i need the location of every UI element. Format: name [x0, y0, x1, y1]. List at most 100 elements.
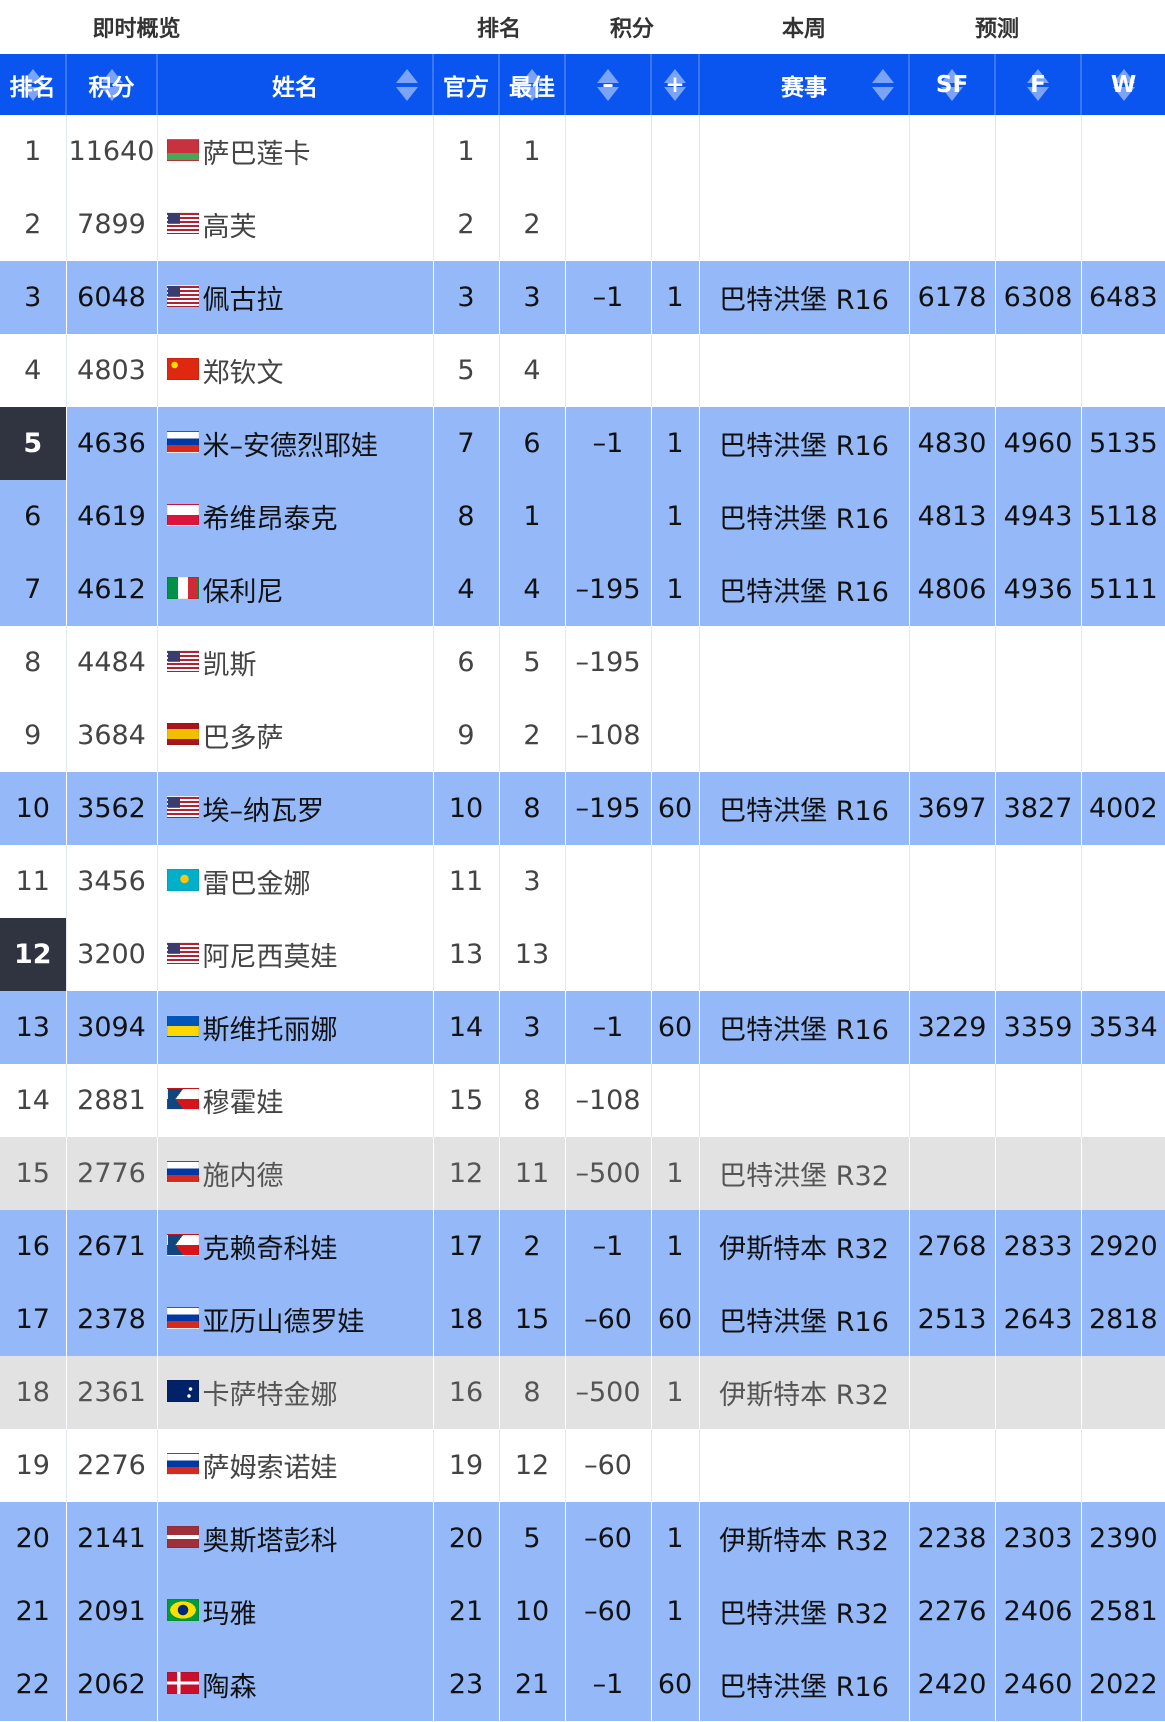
table-row-15[interactable]: 15 2776 施内德 12 11 –500 1 巴特洪堡 R32: [0, 1137, 1165, 1210]
col-header-official-label: 官方: [443, 74, 489, 101]
cell-points: 11640: [66, 115, 158, 188]
cell-points-plus: [651, 845, 700, 918]
russia-flag-icon: [166, 430, 199, 453]
cell-forecast-sf: 2768: [909, 1210, 996, 1283]
cell-forecast-sf: 2238: [909, 1502, 996, 1575]
cell-event: 巴特洪堡 R16: [699, 1648, 910, 1721]
cell-official-rank: 8: [433, 480, 500, 553]
table-row-2[interactable]: 2 7899 高芙 2 2: [0, 188, 1165, 261]
table-row-14[interactable]: 14 2881 穆霍娃 15 8 –108: [0, 1064, 1165, 1137]
cell-points: 2062: [66, 1648, 158, 1721]
cell-points-plus: 60: [651, 1648, 700, 1721]
cell-player: 卡萨特金娜: [157, 1356, 434, 1429]
belarus-flag-icon: [166, 138, 199, 161]
table-row-13[interactable]: 13 3094 斯维托丽娜 14 3 –1 60 巴特洪堡 R16 3229 3…: [0, 991, 1165, 1064]
cell-forecast-sf: 2420: [909, 1648, 996, 1721]
col-header-rank[interactable]: 排名: [0, 54, 67, 115]
cell-event: [699, 115, 910, 188]
usa-flag-icon: [166, 211, 199, 234]
table-row-7[interactable]: 7 4612 保利尼 4 4 –195 1 巴特洪堡 R16 4806 4936…: [0, 553, 1165, 626]
cell-forecast-w: [1081, 115, 1165, 188]
cell-forecast-sf: [909, 1356, 996, 1429]
cell-player: 保利尼: [157, 553, 434, 626]
sort-arrows-icon: [396, 68, 418, 101]
cell-rank: 1: [0, 115, 67, 188]
col-header-minus[interactable]: –: [565, 54, 653, 115]
cell-points-minus: [565, 480, 652, 553]
table-row-20[interactable]: 20 2141 奥斯塔彭科 20 5 –60 1 伊斯特本 R32 2238 2…: [0, 1502, 1165, 1575]
col-header-f[interactable]: F: [995, 54, 1083, 115]
table-row-22[interactable]: 22 2062 陶森 23 21 –1 60 巴特洪堡 R16 2420 246…: [0, 1648, 1165, 1721]
table-row-19[interactable]: 19 2276 萨姆索诺娃 19 12 –60: [0, 1429, 1165, 1502]
cell-points-plus: 1: [651, 553, 700, 626]
cell-forecast-sf: [909, 188, 996, 261]
col-header-event-label: 赛事: [781, 74, 828, 101]
table-row-21[interactable]: 21 2091 玛雅 21 10 –60 1 巴特洪堡 R32 2276 240…: [0, 1575, 1165, 1648]
cell-best-rank: 1: [499, 480, 566, 553]
cell-official-rank: 5: [433, 334, 500, 407]
col-header-sf[interactable]: SF: [909, 54, 997, 115]
table-row-1[interactable]: 1 11640 萨巴莲卡 1 1: [0, 115, 1165, 188]
cell-event: 巴特洪堡 R16: [699, 1283, 910, 1356]
col-header-points[interactable]: 积分: [66, 54, 158, 115]
table-row-8[interactable]: 8 4484 凯斯 6 5 –195: [0, 626, 1165, 699]
table-row-9[interactable]: 9 3684 巴多萨 9 2 –108: [0, 699, 1165, 772]
player-name: 雷巴金娜: [202, 869, 311, 900]
cell-player: 萨姆索诺娃: [157, 1429, 434, 1502]
cell-points-plus: [651, 918, 700, 991]
cell-player: 施内德: [157, 1137, 434, 1210]
cell-rank: 5: [0, 407, 67, 480]
player-name: 卡萨特金娜: [202, 1380, 338, 1411]
table-row-16[interactable]: 16 2671 克赖奇科娃 17 2 –1 1 伊斯特本 R32 2768 28…: [0, 1210, 1165, 1283]
cell-forecast-w: 5111: [1081, 553, 1165, 626]
cell-official-rank: 21: [433, 1575, 500, 1648]
cell-rank: 7: [0, 553, 67, 626]
cell-player: 凯斯: [157, 626, 434, 699]
cell-rank: 9: [0, 699, 67, 772]
cell-forecast-w: [1081, 188, 1165, 261]
cell-event: 伊斯特本 R32: [699, 1356, 910, 1429]
cell-points: 2776: [66, 1137, 158, 1210]
table-row-5[interactable]: 5 4636 米–安德烈耶娃 7 6 –1 1 巴特洪堡 R16 4830 49…: [0, 407, 1165, 480]
col-header-official[interactable]: 官方: [433, 54, 500, 115]
group-ranking: 排名: [433, 0, 566, 54]
cell-best-rank: 5: [499, 626, 566, 699]
cell-event: 巴特洪堡 R16: [699, 772, 910, 845]
table-row-17[interactable]: 17 2378 亚历山德罗娃 18 15 –60 60 巴特洪堡 R16 251…: [0, 1283, 1165, 1356]
table-row-12[interactable]: 12 3200 阿尼西莫娃 13 13: [0, 918, 1165, 991]
cell-rank: 15: [0, 1137, 67, 1210]
cell-best-rank: 13: [499, 918, 566, 991]
table-row-18[interactable]: 18 2361 卡萨特金娜 16 8 –500 1 伊斯特本 R32: [0, 1356, 1165, 1429]
cell-event: [699, 845, 910, 918]
column-header-row: 排名 积分 姓名 官方 最佳 – + 赛事 SF F W: [0, 54, 1165, 115]
table-row-6[interactable]: 6 4619 希维昂泰克 8 1 1 巴特洪堡 R16 4813 4943 51…: [0, 480, 1165, 553]
col-header-name[interactable]: 姓名: [157, 54, 434, 115]
cell-player: 阿尼西莫娃: [157, 918, 434, 991]
table-row-4[interactable]: 4 4803 郑钦文 5 4: [0, 334, 1165, 407]
cell-official-rank: 2: [433, 188, 500, 261]
cell-forecast-w: 4002: [1081, 772, 1165, 845]
cell-points-minus: –60: [565, 1502, 652, 1575]
cell-player: 萨巴莲卡: [157, 115, 434, 188]
cell-best-rank: 3: [499, 991, 566, 1064]
cell-forecast-f: 2643: [995, 1283, 1082, 1356]
player-name: 萨姆索诺娃: [202, 1453, 338, 1484]
cell-points: 2881: [66, 1064, 158, 1137]
cell-best-rank: 2: [499, 188, 566, 261]
cell-forecast-w: [1081, 918, 1165, 991]
cell-forecast-sf: [909, 699, 996, 772]
col-header-w[interactable]: W: [1081, 54, 1165, 115]
table-row-11[interactable]: 11 3456 雷巴金娜 11 3: [0, 845, 1165, 918]
col-header-plus[interactable]: +: [651, 54, 701, 115]
usa-flag-icon: [166, 795, 199, 818]
cell-official-rank: 6: [433, 626, 500, 699]
cell-rank: 6: [0, 480, 67, 553]
table-row-3[interactable]: 3 6048 佩古拉 3 3 –1 1 巴特洪堡 R16 6178 6308 6…: [0, 261, 1165, 334]
table-row-10[interactable]: 10 3562 埃–纳瓦罗 10 8 –195 60 巴特洪堡 R16 3697…: [0, 772, 1165, 845]
cell-points: 4619: [66, 480, 158, 553]
player-name: 凯斯: [202, 650, 257, 681]
brazil-flag-icon: [166, 1598, 199, 1621]
cell-rank: 11: [0, 845, 67, 918]
col-header-best[interactable]: 最佳: [499, 54, 567, 115]
col-header-event[interactable]: 赛事: [699, 54, 911, 115]
